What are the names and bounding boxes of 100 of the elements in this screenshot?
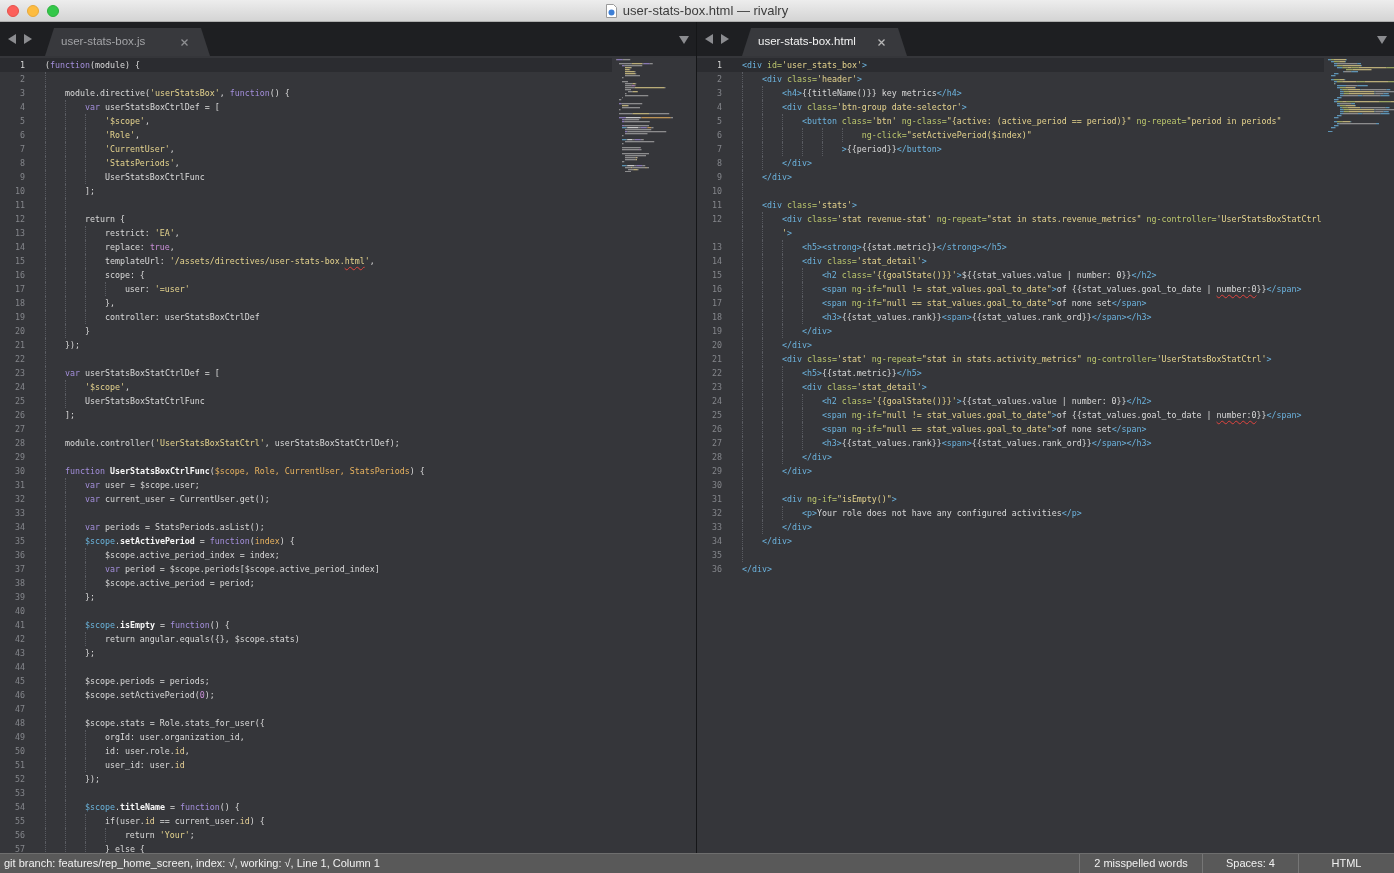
status-menu[interactable]: Spaces: 4 [1202, 854, 1298, 873]
line-number: 24 [711, 395, 722, 408]
line-number: 8 [19, 157, 25, 170]
code-line: }); [84, 773, 100, 786]
file-tab[interactable]: user-stats-box.js [45, 28, 210, 56]
code-line: scope: { [104, 269, 145, 282]
line-number: 17 [711, 297, 722, 310]
line-number: 7 [19, 143, 25, 156]
close-icon[interactable] [878, 38, 885, 46]
line-number: 18 [14, 297, 25, 310]
line-number: 29 [711, 465, 722, 478]
line-number: 24 [14, 381, 25, 394]
line-number: 22 [711, 367, 722, 380]
right-arrow-icon[interactable] [721, 34, 729, 44]
status-message: 2 misspelled words [1079, 854, 1202, 873]
line-number: 48 [14, 717, 25, 730]
line-number: 28 [14, 437, 25, 450]
caret-down-icon[interactable] [1377, 36, 1387, 44]
line-number: 45 [14, 675, 25, 688]
line-number: 30 [14, 465, 25, 478]
close-icon[interactable] [181, 38, 188, 46]
line-number: 19 [711, 325, 722, 338]
code-line: </div> [781, 521, 812, 534]
line-number: 49 [14, 731, 25, 744]
line-number: 54 [14, 801, 25, 814]
line-number: 5 [19, 115, 25, 128]
code-line: $scope.active_period = period; [104, 577, 255, 590]
code-line: <span ng-if="null != stat_values.goal_to_date">of {{stat_values.goal_to_date | number:0}}</span> [821, 409, 1302, 422]
line-number: 4 [716, 101, 722, 114]
window-title: user-stats-box.html — rivalry [622, 1, 789, 20]
line-number: 4 [19, 101, 25, 114]
file-tab[interactable]: user-stats-box.html [742, 28, 907, 56]
code-line: <h4>{{titleName()}} key metrics</h4> [781, 87, 962, 100]
line-number: 56 [14, 829, 25, 842]
code-line: </div> [781, 339, 812, 352]
status-menu[interactable]: HTML [1298, 854, 1394, 873]
code-line: $scope.stats = Role.stats_for_user({ [84, 717, 265, 730]
code-line: $scope.active_period_index = index; [104, 549, 280, 562]
line-number: 57 [14, 843, 25, 853]
code-line: >{{period}}</button> [841, 143, 942, 156]
code-line: <h2 class='{{goalState()}}'>{{stat_values.value | number: 0}}</h2> [821, 395, 1152, 408]
code-line: <div class='stats'> [761, 199, 857, 212]
code-line: <p>Your role does not have any configured activities</p> [801, 507, 1082, 520]
line-number: 20 [14, 325, 25, 338]
line-number: 25 [711, 409, 722, 422]
code-line: if(user.id == current_user.id) { [104, 815, 265, 828]
code-line: <div class='stat revenue-stat' ng-repeat="stat in stats.revenue_metrics" ng-controller='UserStatsBoxStatCtrl [781, 213, 1322, 226]
code-line: }, [104, 297, 115, 310]
left-arrow-icon[interactable] [8, 34, 16, 44]
line-number: 11 [14, 199, 25, 212]
left-arrow-icon[interactable] [705, 34, 713, 44]
line-number: 3 [716, 87, 722, 100]
line-number: 26 [14, 409, 25, 422]
line-number: 13 [14, 227, 25, 240]
code-line: </div> [761, 535, 792, 548]
code-line: <div class='stat_detail'> [801, 381, 927, 394]
code-line: <div ng-if="isEmpty()"> [781, 493, 897, 506]
line-number: 29 [14, 451, 25, 464]
code-line: '$scope', [84, 381, 130, 394]
line-number: 51 [14, 759, 25, 772]
line-number: 10 [711, 185, 722, 198]
line-number: 13 [711, 241, 722, 254]
code-line: return 'Your'; [124, 829, 195, 842]
code-line: } [84, 325, 90, 338]
line-number: 14 [711, 255, 722, 268]
line-number: 34 [14, 521, 25, 534]
line-number: 35 [711, 549, 722, 562]
code-line: <div class='header'> [761, 73, 862, 86]
line-number: 22 [14, 353, 25, 366]
line-number: 12 [711, 213, 722, 226]
line-number: 7 [716, 143, 722, 156]
code-line: templateUrl: '/assets/directives/user-stats-box.html', [104, 255, 375, 268]
code-line: replace: true, [104, 241, 175, 254]
caret-down-icon[interactable] [679, 36, 689, 44]
line-number: 31 [14, 479, 25, 492]
code-line: var current_user = CurrentUser.get(); [84, 493, 270, 506]
line-number: 9 [19, 171, 25, 184]
right-arrow-icon[interactable] [24, 34, 32, 44]
code-line: module.directive('userStatsBox', function() { [64, 87, 290, 100]
code-line: <span ng-if="null == stat_values.goal_to_date">of none set</span> [821, 297, 1147, 310]
line-number: 52 [14, 773, 25, 786]
line-number: 36 [711, 563, 722, 576]
line-number: 50 [14, 745, 25, 758]
line-number: 15 [14, 255, 25, 268]
code-line: id: user.role.id, [104, 745, 190, 758]
code-line: <h2 class='{{goalState()}}'>${{stat_values.value | number: 0}}</h2> [821, 269, 1157, 282]
close-button[interactable] [7, 4, 19, 17]
line-number: 28 [711, 451, 722, 464]
line-number: 10 [14, 185, 25, 198]
line-number: 32 [711, 507, 722, 520]
line-number: 37 [14, 563, 25, 576]
line-number: 6 [19, 129, 25, 142]
code-line: $scope.setActivePeriod = function(index) { [84, 535, 295, 548]
line-number: 42 [14, 633, 25, 646]
line-number: 46 [14, 689, 25, 702]
line-number: 26 [711, 423, 722, 436]
code-line: var user = $scope.user; [84, 479, 200, 492]
code-line: $scope.setActivePeriod(0); [84, 689, 215, 702]
line-number: 8 [716, 157, 722, 170]
code-line: <button class='btn' ng-class="{active: (active_period == period)}" ng-repeat="period in periods" [801, 115, 1282, 128]
